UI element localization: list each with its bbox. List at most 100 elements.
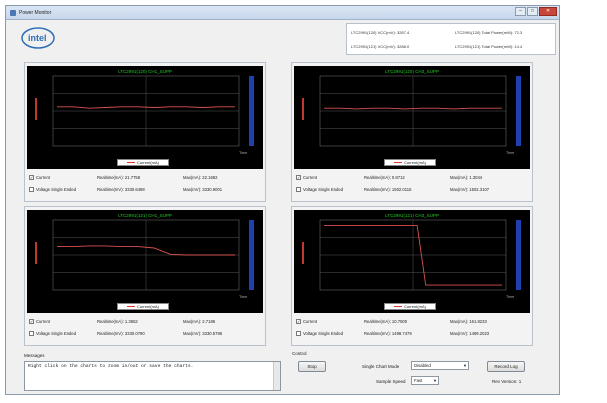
sample-speed-value: Fast xyxy=(414,378,423,383)
legend-swatch xyxy=(393,306,402,307)
legend-label: Current(mA) xyxy=(136,160,159,165)
sample-speed-label: Sample Speed xyxy=(376,379,406,384)
current-row: ✓ Current xyxy=(296,319,317,324)
voltage-realtime-value: Realtime(mV): 1502.0115 xyxy=(364,187,412,192)
current-max-value: Max(mA): 161.8233 xyxy=(450,319,487,324)
chart-legend: Current(mA) xyxy=(384,303,436,310)
logo-text: intel xyxy=(28,33,47,43)
stat-power-121: LTC2991(121) Total Power(mW): 14.4 xyxy=(455,44,523,49)
messages-label: Messages xyxy=(24,353,45,358)
legend-swatch xyxy=(126,306,135,307)
y-axis-title xyxy=(35,98,37,120)
single-chart-mode-value: Disabled xyxy=(414,363,431,368)
current-row: ✓ Current xyxy=(29,175,50,180)
record-log-button[interactable]: Record Log xyxy=(487,361,525,372)
right-axis-bar xyxy=(249,220,254,290)
voltage-checkbox[interactable] xyxy=(29,187,34,192)
voltage-realtime-value: Realtime(mV): 3330.6498 xyxy=(97,187,145,192)
current-series-line xyxy=(324,107,502,110)
voltage-checkbox[interactable] xyxy=(296,187,301,192)
voltage-row: Voltage Single Ended xyxy=(296,187,343,192)
legend-label: Current(mA) xyxy=(403,160,426,165)
messages-text: Right click on the charts to zoom in/out… xyxy=(28,364,194,369)
x-axis-label: Time xyxy=(506,151,514,155)
y-axis-title xyxy=(35,242,37,264)
legend-swatch xyxy=(126,162,135,163)
current-chart: LTC2991(120) CH3_SUPP Time xyxy=(302,69,521,155)
voltage-checkbox[interactable] xyxy=(29,331,34,336)
chart-legend: Current(mA) xyxy=(117,159,169,166)
current-chart: LTC2991(121) CH1_SUPP Time xyxy=(35,213,254,299)
voltage-row: Voltage Single Ended xyxy=(296,331,343,336)
voltage-realtime-value: Realtime(mV): 3330.0790 xyxy=(97,331,145,336)
right-axis-bar xyxy=(516,220,521,290)
current-checkbox[interactable]: ✓ xyxy=(29,319,34,324)
y-axis-title xyxy=(302,242,304,264)
chart-title: LTC2991(121) CH3_SUPP xyxy=(385,213,439,218)
current-chart: LTC2991(121) CH3_SUPP Time xyxy=(302,213,521,299)
x-axis-label: Time xyxy=(239,151,247,155)
single-chart-mode-select[interactable]: Disabled ▼ xyxy=(411,361,469,370)
close-button[interactable]: ✕ xyxy=(539,7,557,16)
voltage-checkbox[interactable] xyxy=(296,331,301,336)
chart-panel: LTC2991(120) CH1_SUPP Time Current(mA) ✓ Cur… xyxy=(24,62,266,202)
current-checkbox[interactable]: ✓ xyxy=(29,175,34,180)
messages-scrollbar[interactable] xyxy=(273,362,280,390)
voltage-row: Voltage Single Ended xyxy=(29,187,76,192)
voltage-checkbox-label: Voltage Single Ended xyxy=(303,331,344,336)
intel-logo: intel xyxy=(21,27,55,49)
minimize-button[interactable]: – xyxy=(515,7,526,16)
current-max-value: Max(mA): 22.1692 xyxy=(183,175,218,180)
app-window: Power Monitor – □ ✕ intel LTC2991(120) V… xyxy=(5,5,560,395)
x-axis-label: Time xyxy=(506,295,514,299)
current-checkbox[interactable]: ✓ xyxy=(296,175,301,180)
chart-area[interactable]: LTC2991(121) CH1_SUPP Time Current(mA) xyxy=(27,210,263,313)
version-label: Rev Version: 1 xyxy=(492,379,522,384)
chart-title: LTC2991(120) CH3_SUPP xyxy=(385,69,439,74)
current-realtime-value: Realtime(mA): 1.3652 xyxy=(97,319,138,324)
legend-swatch xyxy=(393,162,402,163)
window-controls: – □ ✕ xyxy=(515,7,557,16)
messages-textbox[interactable]: Right click on the charts to zoom in/out… xyxy=(24,361,281,391)
chart-panel: LTC2991(121) CH3_SUPP Time Current(mA) ✓ Cur… xyxy=(291,206,533,346)
current-row: ✓ Current xyxy=(296,175,317,180)
voltage-max-value: Max(mV): 1499.2023 xyxy=(450,331,490,336)
voltage-checkbox-label: Voltage Single Ended xyxy=(303,187,344,192)
current-realtime-value: Realtime(mA): 10.7500 xyxy=(364,319,408,324)
chart-title: LTC2991(120) CH1_SUPP xyxy=(118,69,172,74)
legend-label: Current(mA) xyxy=(403,304,426,309)
maximize-button[interactable]: □ xyxy=(527,7,538,16)
sample-speed-select[interactable]: Fast ▼ xyxy=(411,376,439,385)
y-axis-title xyxy=(302,98,304,120)
title-bar[interactable]: Power Monitor – □ ✕ xyxy=(6,6,559,20)
chart-area[interactable]: LTC2991(120) CH3_SUPP Time Current(mA) xyxy=(294,66,530,169)
stat-vcc-121: LTC2991(121) VCC(mV): 3288.0 xyxy=(351,44,410,49)
chevron-down-icon: ▼ xyxy=(433,378,437,383)
voltage-max-value: Max(mV): 3330.5796 xyxy=(183,331,223,336)
current-realtime-value: Realtime(mA): 0.8712 xyxy=(364,175,405,180)
current-chart: LTC2991(120) CH1_SUPP Time xyxy=(35,69,254,155)
chart-panel: LTC2991(121) CH1_SUPP Time Current(mA) ✓ Cur… xyxy=(24,206,266,346)
current-checkbox-label: Current xyxy=(36,319,50,324)
current-checkbox[interactable]: ✓ xyxy=(296,319,301,324)
current-checkbox-label: Current xyxy=(36,175,50,180)
chart-area[interactable]: LTC2991(120) CH1_SUPP Time Current(mA) xyxy=(27,66,263,169)
current-row: ✓ Current xyxy=(29,319,50,324)
stop-button[interactable]: Stop xyxy=(298,361,326,372)
voltage-max-value: Max(mV): 1502.3107 xyxy=(450,187,490,192)
chart-area[interactable]: LTC2991(121) CH3_SUPP Time Current(mA) xyxy=(294,210,530,313)
current-checkbox-label: Current xyxy=(303,319,317,324)
single-chart-mode-label: Single Chart Mode xyxy=(362,364,400,369)
right-axis-bar xyxy=(516,76,521,146)
window-title: Power Monitor xyxy=(19,9,52,16)
voltage-max-value: Max(mV): 3330.9001 xyxy=(183,187,223,192)
current-max-value: Max(mA): 1.3044 xyxy=(450,175,483,180)
voltage-realtime-value: Realtime(mV): 1498.7479 xyxy=(364,331,412,336)
voltage-row: Voltage Single Ended xyxy=(29,331,76,336)
chart-legend: Current(mA) xyxy=(384,159,436,166)
power-summary: LTC2991(120) VCC(mV): 3287.4 LTC2991(120… xyxy=(346,23,556,55)
current-checkbox-label: Current xyxy=(303,175,317,180)
current-max-value: Max(mA): 2.7186 xyxy=(183,319,216,324)
chart-title: LTC2991(121) CH1_SUPP xyxy=(118,213,172,218)
control-label: Control xyxy=(292,351,307,356)
